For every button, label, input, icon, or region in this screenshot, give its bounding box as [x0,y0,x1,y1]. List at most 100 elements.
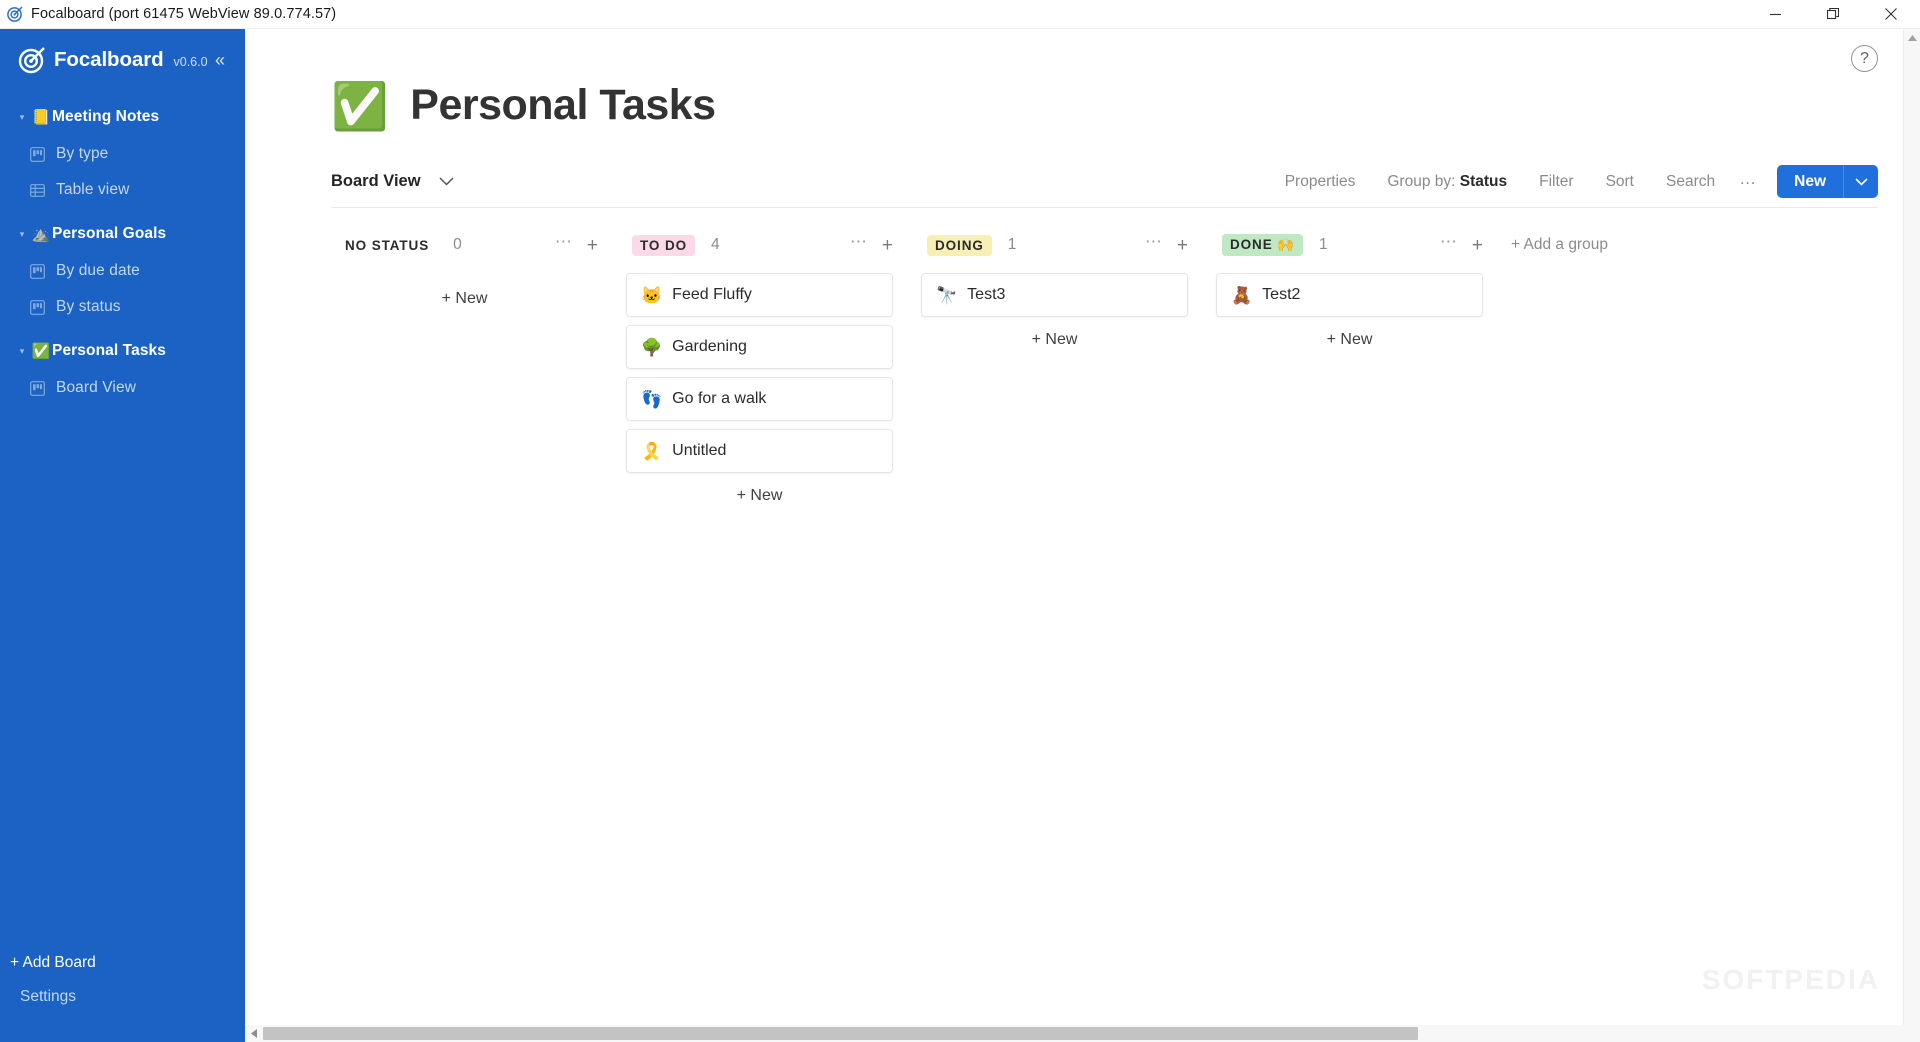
window-title-text: Focalboard (port 61475 WebView 89.0.774.… [31,6,337,22]
column-actions: ⋯ + [1145,232,1188,259]
group-by-button[interactable]: Group by: Status [1371,173,1523,191]
kanban-column-doing: Doing 1 ⋯ + 🔭 Test3 + New [921,230,1188,355]
kanban-card[interactable]: 🧸 Test2 [1216,273,1483,317]
sidebar-view-label: By due date [56,262,140,279]
column-add-card-icon[interactable]: + [1177,236,1188,255]
collapse-sidebar-icon[interactable]: « [209,51,231,69]
sidebar-view-by-due-date[interactable]: By due date [0,253,245,289]
sidebar-view-table-view[interactable]: Table view [0,172,245,208]
board-emoji-icon: ⛰️ [31,226,51,243]
kanban-board: No status 0 ⋯ + + New To Do 4 ⋯ + [245,208,1920,511]
kanban-card[interactable]: 🌳 Gardening [626,325,893,369]
sidebar-view-label: By type [56,145,109,162]
help-icon[interactable]: ? [1851,45,1878,72]
column-actions: ⋯ + [1440,232,1483,259]
vertical-scrollbar[interactable] [1903,29,1920,1042]
table-view-icon [30,183,52,198]
minimize-button[interactable] [1746,0,1804,29]
column-add-card-icon[interactable]: + [1472,236,1483,255]
horizontal-scrollbar-thumb[interactable] [263,1027,1418,1040]
view-selector[interactable]: Board View [331,172,454,191]
kanban-card[interactable]: 👣 Go for a walk [626,377,893,421]
sidebar-view-label: Table view [56,181,130,198]
column-cards: 🐱 Feed Fluffy 🌳 Gardening 👣 Go for a wal… [626,273,893,473]
page-title[interactable]: Personal Tasks [410,81,716,130]
board-view-icon [30,299,52,315]
main-content: ? ✅ Personal Tasks Board View Properties… [245,29,1920,1042]
column-menu-icon[interactable]: ⋯ [1440,232,1458,259]
card-title: Test3 [967,286,1006,303]
column-title-badge[interactable]: Done 🙌 [1222,234,1303,256]
column-new-card-button[interactable]: + New [331,284,598,314]
add-group-button[interactable]: + Add a group [1511,230,1608,254]
sidebar-board-personal-goals[interactable]: ▾ ⛰️ Personal Goals [0,215,245,253]
column-header: To Do 4 ⋯ + [626,230,893,260]
column-new-card-button[interactable]: + New [626,481,893,511]
card-title: Test2 [1262,286,1301,303]
column-title-badge[interactable]: To Do [632,234,696,256]
chevron-down-icon[interactable]: ▾ [14,229,30,240]
page-emoji-icon[interactable]: ✅ [331,83,388,129]
column-header: Done 🙌 1 ⋯ + [1216,230,1483,260]
card-emoji-icon: 🌳 [641,337,663,357]
column-count: 1 [1007,236,1017,253]
column-cards: 🧸 Test2 [1216,273,1483,317]
column-menu-icon[interactable]: ⋯ [1145,232,1163,259]
sidebar-board-personal-tasks[interactable]: ▾ ✅ Personal Tasks [0,332,245,370]
new-card-button-group: New [1777,165,1878,198]
card-emoji-icon: 🎗️ [641,441,663,461]
restore-button[interactable] [1804,0,1862,29]
sidebar-view-by-type[interactable]: By type [0,136,245,172]
search-button[interactable]: Search [1650,173,1731,191]
more-options-icon[interactable]: … [1731,169,1767,195]
column-new-card-button[interactable]: + New [1216,325,1483,355]
chevron-down-icon[interactable] [439,177,454,186]
filter-button[interactable]: Filter [1523,173,1589,191]
column-add-card-icon[interactable]: + [882,236,893,255]
current-view-label: Board View [331,172,421,190]
sidebar-view-label: By status [56,298,121,315]
horizontal-scrollbar[interactable] [245,1025,1903,1042]
board-view-icon [30,263,52,279]
column-menu-icon[interactable]: ⋯ [555,232,573,259]
new-dropdown-chevron-down-icon[interactable] [1844,165,1878,198]
close-button[interactable] [1862,0,1920,29]
column-count: 0 [453,236,462,253]
sidebar-version: v0.6.0 [173,55,208,69]
column-menu-icon[interactable]: ⋯ [850,232,868,259]
kanban-column-to-do: To Do 4 ⋯ + 🐱 Feed Fluffy 🌳 Gardening 👣 [626,230,893,511]
page-title-row: ✅ Personal Tasks [245,29,1920,130]
column-title-badge[interactable]: Doing [927,234,992,256]
column-count: 4 [711,236,720,253]
board-view-icon [30,380,52,396]
chevron-down-icon[interactable]: ▾ [14,346,30,357]
add-board-button[interactable]: + Add Board [0,946,245,980]
new-button[interactable]: New [1777,165,1843,198]
kanban-card[interactable]: 🎗️ Untitled [626,429,893,473]
properties-button[interactable]: Properties [1269,173,1372,191]
column-add-card-icon[interactable]: + [587,236,598,255]
column-header: No status 0 ⋯ + [331,230,598,260]
sidebar-view-board-view[interactable]: Board View [0,370,245,406]
card-title: Go for a walk [672,390,767,407]
settings-button[interactable]: Settings [0,980,245,1014]
column-count: 1 [1318,236,1328,253]
kanban-card[interactable]: 🐱 Feed Fluffy [626,273,893,317]
card-title: Gardening [672,338,747,355]
sidebar-board-label: Personal Tasks [52,342,166,359]
sidebar-header: Focalboard v0.6.0 « [0,29,245,91]
column-actions: ⋯ + [850,232,893,259]
sidebar-view-by-status[interactable]: By status [0,289,245,325]
column-title-badge[interactable]: No status [337,235,437,256]
chevron-down-icon[interactable]: ▾ [14,112,30,123]
board-emoji-icon: 📒 [31,109,51,126]
column-new-card-button[interactable]: + New [921,325,1188,355]
sort-button[interactable]: Sort [1590,173,1650,191]
sidebar-board-meeting-notes[interactable]: ▾ 📒 Meeting Notes [0,98,245,136]
window-title-bar: Focalboard (port 61475 WebView 89.0.774.… [0,0,1920,29]
column-actions: ⋯ + [555,232,598,259]
scroll-left-icon[interactable] [245,1025,262,1042]
kanban-card[interactable]: 🔭 Test3 [921,273,1188,317]
scroll-up-icon[interactable] [1904,29,1920,46]
sidebar-footer: + Add Board Settings [0,946,245,1042]
